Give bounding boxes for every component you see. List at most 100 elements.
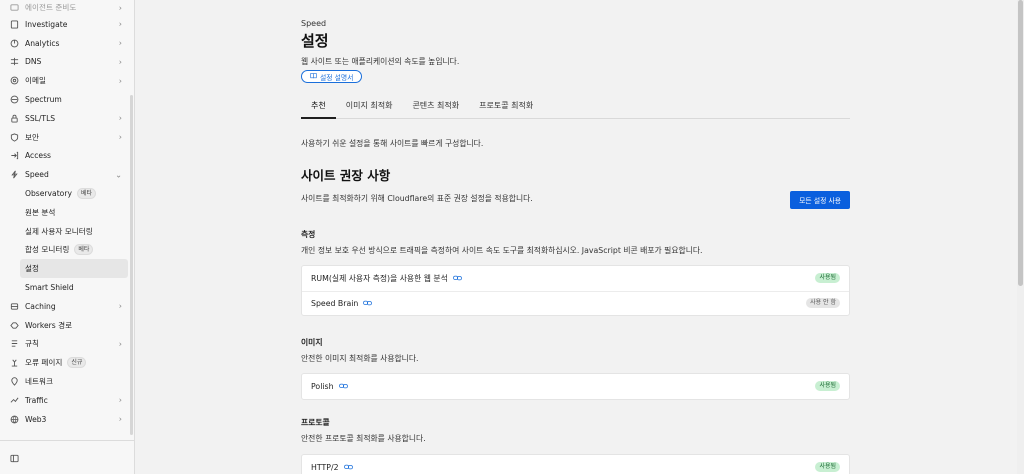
sidebar-item-label: Analytics (25, 38, 60, 48)
sidebar-item-traffic[interactable]: Traffic › (0, 391, 134, 410)
sidebar-item-caching[interactable]: Caching › (0, 297, 134, 316)
sidebar-item-rules[interactable]: 규칙 › (0, 335, 134, 354)
lock-icon (10, 114, 19, 123)
rules-icon (10, 339, 19, 348)
sidebar-item-network[interactable]: 네트워크 (0, 372, 134, 391)
sidebar-scrollbar[interactable] (130, 95, 133, 435)
group-description-protocol: 안전한 프로토콜 최적화를 사용합니다. (301, 434, 426, 443)
analytics-icon (10, 39, 19, 48)
sidebar-item-workers-routes[interactable]: Workers 경로 (0, 316, 134, 335)
email-icon (10, 76, 19, 85)
book-icon (310, 72, 317, 81)
sidebar: 에이전트 준비도 › Investigate › Analytics › DNS… (0, 0, 135, 474)
page-title: 설정 (301, 32, 329, 50)
collapse-sidebar-icon[interactable] (10, 448, 19, 467)
sidebar-item-origin-analysis[interactable]: 원본 분석 (0, 203, 134, 222)
sidebar-item-label: 네트워크 (25, 377, 53, 387)
chevron-right-icon: › (118, 301, 122, 311)
setting-label: Polish (311, 381, 334, 391)
breadcrumb: Speed (301, 19, 327, 28)
group-title-protocol: 프로토콜 (301, 418, 330, 427)
sidebar-item-speed[interactable]: Speed ⌄ (0, 165, 134, 184)
sidebar-item-access[interactable]: Access (0, 147, 134, 166)
sidebar-item-label: DNS (25, 57, 42, 67)
tab-recommended[interactable]: 추천 (301, 96, 336, 119)
sidebar-item-error-pages[interactable]: 오류 페이지 신규 (0, 353, 134, 372)
sidebar-item-label: 실제 사용자 모니터링 (25, 226, 93, 236)
enable-all-settings-button[interactable]: 모든 설정 사용 (790, 191, 850, 209)
setting-row-rum[interactable]: RUM(실제 사용자 측정)을 사용한 웹 분석 사용됨 (302, 266, 849, 291)
page-scrollbar[interactable] (1017, 0, 1024, 474)
sidebar-nav: 에이전트 준비도 › Investigate › Analytics › DNS… (0, 0, 134, 440)
sidebar-item-spectrum[interactable]: Spectrum (0, 90, 134, 109)
sidebar-item-settings[interactable]: 설정 (20, 259, 128, 279)
sidebar-item-ssl-tls[interactable]: SSL/TLS › (0, 109, 134, 128)
intro-text: 사용하기 쉬운 설정을 통해 사이트를 빠르게 구성합니다. (301, 139, 484, 148)
sidebar-item-web3[interactable]: Web3 › (0, 410, 134, 429)
main-content: Speed 설정 웹 사이트 또는 애플리케이션의 속도를 높입니다. 설정 설… (135, 0, 1020, 474)
documentation-button[interactable]: 설정 설명서 (301, 70, 363, 83)
protocol-card: HTTP/2 사용됨 (301, 454, 850, 474)
lightning-icon (10, 170, 19, 179)
sidebar-item-label: Web3 (25, 414, 47, 424)
tab-image-optimization[interactable]: 이미지 최적화 (336, 96, 403, 119)
chevron-right-icon: › (118, 113, 122, 123)
sidebar-item-synthetic-monitoring[interactable]: 합성 모니터링 베타 (0, 241, 134, 260)
link-icon[interactable] (452, 275, 462, 281)
sidebar-item-label: 설정 (25, 264, 39, 274)
chevron-right-icon: › (118, 339, 122, 349)
beta-badge: 베타 (76, 188, 96, 200)
tab-bar: 추천 이미지 최적화 콘텐츠 최적화 프로토콜 최적화 (301, 96, 850, 119)
sidebar-item-investigate[interactable]: Investigate › (0, 15, 134, 34)
sidebar-item-label: Spectrum (25, 95, 62, 105)
sidebar-item-label: SSL/TLS (25, 113, 56, 123)
link-icon[interactable] (343, 464, 353, 470)
link-icon[interactable] (363, 300, 373, 306)
setting-label: HTTP/2 (311, 462, 339, 472)
setting-row-http2[interactable]: HTTP/2 사용됨 (302, 455, 849, 474)
chevron-right-icon: › (118, 38, 122, 48)
sidebar-item-smart-shield[interactable]: Smart Shield (0, 278, 134, 297)
status-badge: 사용 안 함 (806, 298, 840, 309)
sidebar-item-label: Caching (25, 301, 56, 311)
page-description: 웹 사이트 또는 애플리케이션의 속도를 높입니다. (301, 57, 460, 66)
group-description-images: 안전한 이미지 최적화를 사용합니다. (301, 354, 419, 363)
group-title-measurement: 측정 (301, 230, 316, 239)
measurement-card: RUM(실제 사용자 측정)을 사용한 웹 분석 사용됨 Speed Brain… (301, 265, 850, 316)
setting-row-polish[interactable]: Polish 사용됨 (302, 374, 849, 399)
sidebar-item-rum[interactable]: 실제 사용자 모니터링 (0, 222, 134, 241)
setting-label: RUM(실제 사용자 측정)을 사용한 웹 분석 (311, 273, 448, 283)
shield-icon (10, 133, 19, 142)
sidebar-item-label: 합성 모니터링 (25, 245, 70, 255)
images-card: Polish 사용됨 (301, 373, 850, 400)
sidebar-item-analytics[interactable]: Analytics › (0, 34, 134, 53)
group-title-images: 이미지 (301, 338, 323, 347)
sidebar-item-label: 오류 페이지 (25, 358, 63, 368)
recommendations-description: 사이트를 최적화하기 위해 Cloudflare의 표준 권장 설정을 적용합니… (301, 194, 533, 203)
error-page-icon (10, 358, 19, 367)
chevron-right-icon: › (118, 3, 122, 12)
chevron-right-icon: › (118, 19, 122, 29)
setting-row-speed-brain[interactable]: Speed Brain 사용 안 함 (302, 290, 849, 316)
sidebar-item-agent-readiness[interactable]: 에이전트 준비도 › (0, 0, 134, 15)
sidebar-item-label: Observatory (25, 189, 72, 199)
tab-protocol-optimization[interactable]: 프로토콜 최적화 (469, 96, 543, 119)
sidebar-item-security[interactable]: 보안 › (0, 128, 134, 147)
documentation-label: 설정 설명서 (320, 73, 354, 82)
sidebar-item-email[interactable]: 이메일 › (0, 71, 134, 90)
sidebar-item-dns[interactable]: DNS › (0, 53, 134, 72)
dns-icon (10, 57, 19, 66)
recommendations-title: 사이트 권장 사항 (301, 168, 391, 183)
sidebar-item-observatory[interactable]: Observatory 베타 (0, 184, 134, 203)
sidebar-item-label: 규칙 (25, 339, 39, 349)
network-icon (10, 377, 19, 386)
page-scrollbar-thumb[interactable] (1018, 0, 1023, 286)
link-icon[interactable] (338, 383, 348, 389)
traffic-icon (10, 396, 19, 405)
tab-content-optimization[interactable]: 콘텐츠 최적화 (402, 96, 469, 119)
web3-icon (10, 415, 19, 424)
sidebar-item-label: 이메일 (25, 76, 46, 86)
beta-badge: 베타 (74, 244, 94, 256)
agent-icon (10, 3, 19, 12)
chevron-right-icon: › (118, 414, 122, 424)
